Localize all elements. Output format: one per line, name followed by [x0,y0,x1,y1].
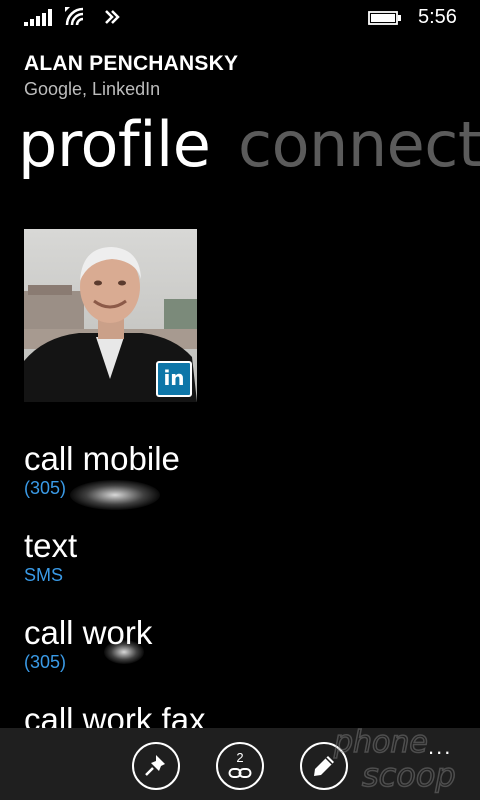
svg-text:phone: phone [333,725,428,760]
phonescoop-watermark-logo: phone scoop [332,724,456,795]
linked-count: 2 [236,750,244,765]
action-title: call mobile [24,440,180,477]
wifi-icon [65,7,84,26]
action-subtitle: SMS [24,565,64,585]
link-profiles-button[interactable]: 2 [216,742,264,790]
contact-sources: Google, LinkedIn [24,79,161,99]
clock: 5:56 [418,6,457,28]
redacted-number [70,480,160,510]
action-title: text [24,527,78,564]
pivot-tab-connect[interactable]: connect [238,108,480,181]
svg-text:scoop: scoop [362,756,456,794]
redacted-number [104,640,144,664]
signal-strength-icon [24,9,52,26]
action-text[interactable]: text SMS [24,527,77,586]
status-bar: 5:56 [0,0,480,36]
link-icon [228,768,252,778]
contact-name: ALAN PENCHANSKY [24,52,239,75]
data-connection-icon [105,10,120,24]
pivot-tab-profile[interactable]: profile [18,108,211,181]
pin-icon [145,755,165,776]
pin-to-start-button[interactable] [132,742,180,790]
pivot-header: profile connect [0,104,480,194]
battery-icon [368,11,401,25]
linkedin-badge-icon: in [156,361,192,397]
